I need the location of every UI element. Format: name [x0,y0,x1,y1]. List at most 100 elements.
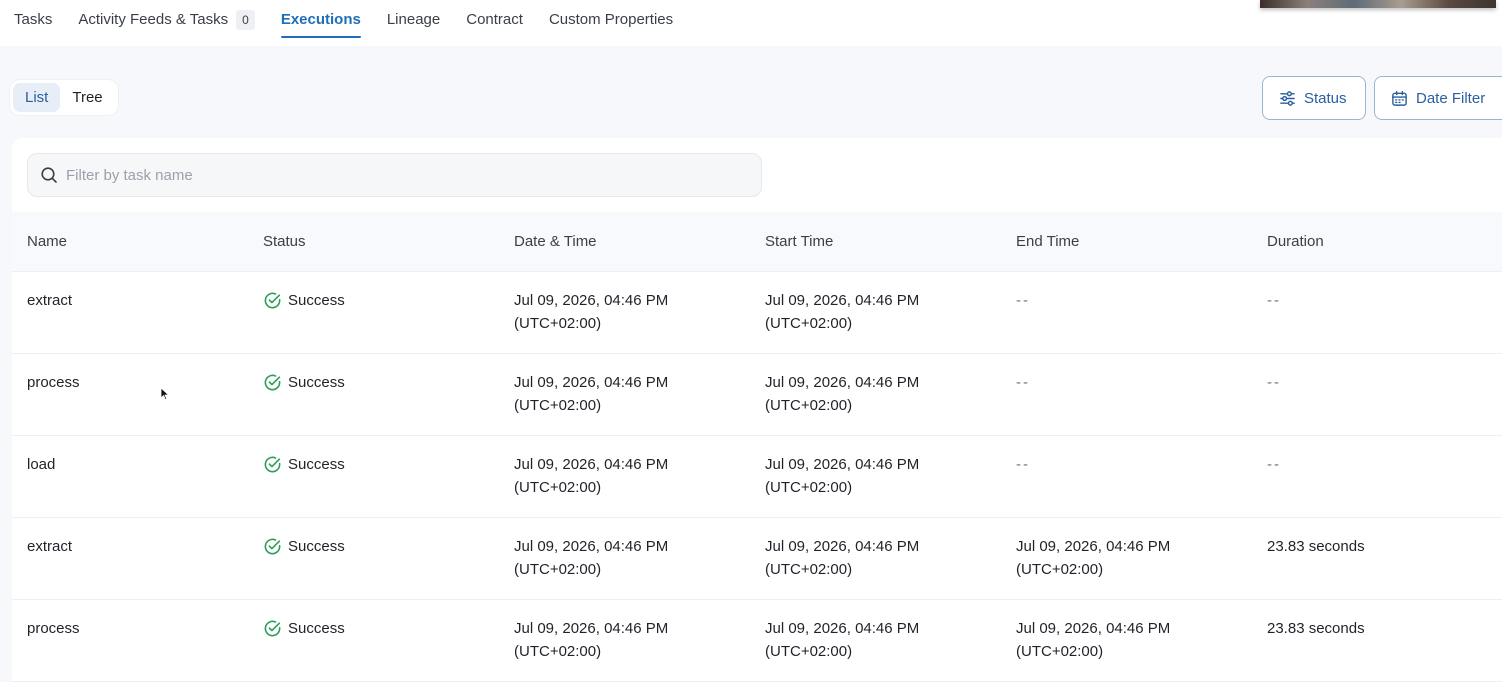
date-line: Jul 09, 2026, 04:46 PM [514,620,669,637]
tab-label: Tasks [14,11,53,28]
check-circle-icon [264,456,281,473]
duration-cell: -- [1267,374,1281,391]
date-line: Jul 09, 2026, 04:46 PM [765,374,920,391]
duration-cell: -- [1267,456,1281,473]
task-name: process [27,620,80,637]
tab-tasks[interactable]: Tasks [14,0,52,40]
task-name: load [27,456,56,473]
tab-label: Lineage [386,11,441,28]
tab-executions[interactable]: Executions [280,0,361,40]
column-header-start-time[interactable]: Start Time [765,230,1016,253]
table-row[interactable]: extract Success Jul 09, 2026, 04:46 PM (U… [12,518,1502,600]
end-time-cell: -- [1016,371,1267,394]
status-cell: Success [263,535,514,558]
check-circle-icon [264,620,281,637]
start-time-cell: Jul 09, 2026, 04:46 PM (UTC+02:00) [765,371,1016,417]
tab-custom-properties[interactable]: Custom Properties [549,0,673,40]
column-header-name[interactable]: Name [12,230,263,253]
start-time-cell: Jul 09, 2026, 04:46 PM (UTC+02:00) [765,453,1016,499]
timezone-line: (UTC+02:00) [514,479,602,496]
task-search-input[interactable] [66,166,746,184]
date-line: Jul 09, 2026, 04:46 PM [1016,620,1171,637]
tab-label: Activity Feeds & Tasks [78,11,229,28]
end-time-cell: Jul 09, 2026, 04:46 PM (UTC+02:00) [1016,535,1267,581]
column-header-end-time[interactable]: End Time [1016,230,1267,253]
duration-cell: 23.83 seconds [1267,538,1365,555]
date-time-cell: Jul 09, 2026, 04:46 PM (UTC+02:00) [514,289,765,335]
timezone-line: (UTC+02:00) [765,315,853,332]
date-time-cell: Jul 09, 2026, 04:46 PM (UTC+02:00) [514,371,765,417]
status-filter-button[interactable]: Status [1262,76,1366,120]
date-line: -- [1016,456,1030,473]
check-circle-icon [264,292,281,309]
status-text: Success [288,538,345,555]
search-icon [41,167,57,183]
table-row[interactable]: load Success Jul 09, 2026, 04:46 PM (UTC+… [12,436,1502,518]
tab-lineage[interactable]: Lineage [387,0,440,40]
status-filter-label: Status [1304,89,1347,107]
end-time-cell: Jul 09, 2026, 04:46 PM (UTC+02:00) [1016,617,1267,663]
status-text: Success [288,374,345,391]
table-row[interactable]: process Success Jul 09, 2026, 04:46 PM (U… [12,354,1502,436]
tab-activity-feeds[interactable]: Activity Feeds & Tasks 0 [78,0,255,40]
task-name-text: process [27,374,80,391]
timezone-line: (UTC+02:00) [765,643,853,660]
timezone-line: (UTC+02:00) [514,643,602,660]
table-row[interactable]: extract Success Jul 09, 2026, 04:46 PM (U… [12,272,1502,354]
tab-label: Custom Properties [548,11,674,28]
task-search-box [27,153,762,197]
status-text: Success [288,456,345,473]
status-text: Success [288,620,345,637]
start-time-cell: Jul 09, 2026, 04:46 PM (UTC+02:00) [765,535,1016,581]
timezone-line: (UTC+02:00) [765,479,853,496]
check-circle-icon [264,374,281,391]
date-filter-label: Date Filter [1416,89,1486,107]
date-line: Jul 09, 2026, 04:46 PM [514,456,669,473]
start-time-cell: Jul 09, 2026, 04:46 PM (UTC+02:00) [765,617,1016,663]
timezone-line: (UTC+02:00) [514,561,602,578]
date-line: Jul 09, 2026, 04:46 PM [514,374,669,391]
date-line: Jul 09, 2026, 04:46 PM [514,292,669,309]
date-line: Jul 09, 2026, 04:46 PM [514,538,669,555]
date-line: Jul 09, 2026, 04:46 PM [1016,538,1171,555]
view-toggle-tree[interactable]: Tree [60,83,114,112]
date-line: -- [1016,374,1030,391]
column-header-duration[interactable]: Duration [1267,230,1502,253]
calendar-icon [1392,90,1407,106]
task-name: extract [27,292,73,309]
date-filter-button[interactable]: Date Filter [1374,76,1502,120]
executions-card: Name Status Date & Time Start Time End T… [12,138,1502,682]
date-time-cell: Jul 09, 2026, 04:46 PM (UTC+02:00) [514,535,765,581]
table-row[interactable]: process Success Jul 09, 2026, 04:46 PM (U… [12,600,1502,682]
executions-table: Name Status Date & Time Start Time End T… [12,212,1502,682]
timezone-line: (UTC+02:00) [765,561,853,578]
column-header-date-time[interactable]: Date & Time [514,230,765,253]
tab-label: Contract [466,11,523,28]
tab-contract[interactable]: Contract [466,0,523,40]
view-toggle: List Tree [10,80,118,115]
timezone-line: (UTC+02:00) [514,397,602,414]
end-time-cell: -- [1016,289,1267,312]
status-cell: Success [263,289,514,312]
date-time-cell: Jul 09, 2026, 04:46 PM (UTC+02:00) [514,617,765,663]
date-line: Jul 09, 2026, 04:46 PM [765,620,920,637]
date-line: -- [1016,292,1030,309]
tab-count-badge: 0 [236,10,255,30]
timezone-line: (UTC+02:00) [1016,643,1104,660]
timezone-line: (UTC+02:00) [514,315,602,332]
status-cell: Success [263,371,514,394]
mouse-pointer-icon [160,387,170,401]
date-line: Jul 09, 2026, 04:46 PM [765,292,920,309]
timezone-line: (UTC+02:00) [1016,561,1104,578]
tab-label: Executions [280,11,361,28]
task-name: extract [27,538,73,555]
sliders-icon [1280,90,1295,106]
table-header: Name Status Date & Time Start Time End T… [12,212,1502,272]
video-overlay-thumbnail [1260,0,1496,8]
column-header-status[interactable]: Status [263,230,514,253]
view-toggle-list[interactable]: List [13,83,61,112]
end-time-cell: -- [1016,453,1267,476]
status-text: Success [288,292,345,309]
duration-cell: 23.83 seconds [1267,620,1365,637]
check-circle-icon [264,538,281,555]
